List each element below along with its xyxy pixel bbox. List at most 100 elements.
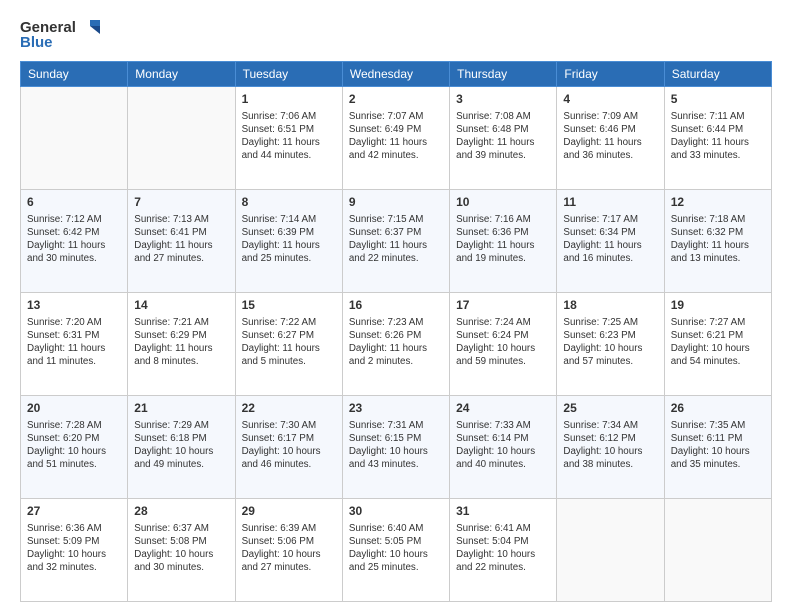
col-header-friday: Friday xyxy=(557,62,664,87)
calendar-header-row: SundayMondayTuesdayWednesdayThursdayFrid… xyxy=(21,62,772,87)
day-info: Sunrise: 6:36 AMSunset: 5:09 PMDaylight:… xyxy=(27,522,121,575)
day-info: Sunrise: 7:17 AMSunset: 6:34 PMDaylight:… xyxy=(563,213,657,266)
page: General Blue SundayMondayTuesdayWednesda… xyxy=(0,0,792,612)
calendar-cell: 21Sunrise: 7:29 AMSunset: 6:18 PMDayligh… xyxy=(128,396,235,499)
day-info: Sunrise: 7:11 AMSunset: 6:44 PMDaylight:… xyxy=(671,110,765,163)
calendar-cell: 2Sunrise: 7:07 AMSunset: 6:49 PMDaylight… xyxy=(342,87,449,190)
day-info: Sunrise: 7:08 AMSunset: 6:48 PMDaylight:… xyxy=(456,110,550,163)
day-info: Sunrise: 7:27 AMSunset: 6:21 PMDaylight:… xyxy=(671,316,765,369)
calendar-cell: 25 Sunrise: 7:34 AMSunset: 6:12 PMDayligh… xyxy=(557,396,664,499)
day-number: 2 xyxy=(349,91,443,108)
day-number: 10 xyxy=(456,194,550,211)
calendar-cell: 27 Sunrise: 6:36 AMSunset: 5:09 PMDayligh… xyxy=(21,499,128,602)
calendar-cell: 12 Sunrise: 7:18 AMSunset: 6:32 PMDayligh… xyxy=(664,190,771,293)
col-header-sunday: Sunday xyxy=(21,62,128,87)
calendar-cell: 13 Sunrise: 7:20 AMSunset: 6:31 PMDayligh… xyxy=(21,293,128,396)
day-info: Sunrise: 7:13 AMSunset: 6:41 PMDaylight:… xyxy=(134,213,228,266)
day-number: 24 xyxy=(456,400,550,417)
col-header-wednesday: Wednesday xyxy=(342,62,449,87)
calendar-cell: 24 Sunrise: 7:33 AMSunset: 6:14 PMDayligh… xyxy=(450,396,557,499)
day-info: Sunrise: 7:25 AMSunset: 6:23 PMDaylight:… xyxy=(563,316,657,369)
calendar-cell: 10 Sunrise: 7:16 AMSunset: 6:36 PMDayligh… xyxy=(450,190,557,293)
col-header-thursday: Thursday xyxy=(450,62,557,87)
day-number: 30 xyxy=(349,503,443,520)
day-number: 4 xyxy=(563,91,657,108)
day-info: Sunrise: 7:12 AMSunset: 6:42 PMDaylight:… xyxy=(27,213,121,266)
logo-bird-icon xyxy=(78,16,100,38)
day-info: Sunrise: 7:34 AMSunset: 6:12 PMDaylight:… xyxy=(563,419,657,472)
calendar-cell: 28Sunrise: 6:37 AMSunset: 5:08 PMDayligh… xyxy=(128,499,235,602)
calendar-cell: 14 Sunrise: 7:21 AMSunset: 6:29 PMDayligh… xyxy=(128,293,235,396)
col-header-monday: Monday xyxy=(128,62,235,87)
calendar-week-4: 20 Sunrise: 7:28 AMSunset: 6:20 PMDayligh… xyxy=(21,396,772,499)
calendar-week-3: 13 Sunrise: 7:20 AMSunset: 6:31 PMDayligh… xyxy=(21,293,772,396)
calendar-cell: 11 Sunrise: 7:17 AMSunset: 6:34 PMDayligh… xyxy=(557,190,664,293)
day-info: Sunrise: 7:20 AMSunset: 6:31 PMDaylight:… xyxy=(27,316,121,369)
day-info: Sunrise: 7:28 AMSunset: 6:20 PMDaylight:… xyxy=(27,419,121,472)
day-number: 17 xyxy=(456,297,550,314)
calendar-cell: 4 Sunrise: 7:09 AMSunset: 6:46 PMDaylight… xyxy=(557,87,664,190)
day-number: 20 xyxy=(27,400,121,417)
calendar-cell: 15Sunrise: 7:22 AMSunset: 6:27 PMDayligh… xyxy=(235,293,342,396)
calendar-cell: 8 Sunrise: 7:14 AMSunset: 6:39 PMDaylight… xyxy=(235,190,342,293)
calendar-cell: 9Sunrise: 7:15 AMSunset: 6:37 PMDaylight… xyxy=(342,190,449,293)
day-number: 11 xyxy=(563,194,657,211)
day-info: Sunrise: 7:14 AMSunset: 6:39 PMDaylight:… xyxy=(242,213,336,266)
calendar-cell: 26 Sunrise: 7:35 AMSunset: 6:11 PMDayligh… xyxy=(664,396,771,499)
day-number: 13 xyxy=(27,297,121,314)
day-number: 14 xyxy=(134,297,228,314)
day-number: 25 xyxy=(563,400,657,417)
calendar-cell xyxy=(557,499,664,602)
day-number: 23 xyxy=(349,400,443,417)
day-number: 8 xyxy=(242,194,336,211)
day-info: Sunrise: 7:18 AMSunset: 6:32 PMDaylight:… xyxy=(671,213,765,266)
calendar-cell: 5Sunrise: 7:11 AMSunset: 6:44 PMDaylight… xyxy=(664,87,771,190)
calendar-cell: 20 Sunrise: 7:28 AMSunset: 6:20 PMDayligh… xyxy=(21,396,128,499)
day-info: Sunrise: 7:30 AMSunset: 6:17 PMDaylight:… xyxy=(242,419,336,472)
day-number: 3 xyxy=(456,91,550,108)
calendar-week-5: 27 Sunrise: 6:36 AMSunset: 5:09 PMDayligh… xyxy=(21,499,772,602)
calendar-cell: 16Sunrise: 7:23 AMSunset: 6:26 PMDayligh… xyxy=(342,293,449,396)
calendar-cell: 3 Sunrise: 7:08 AMSunset: 6:48 PMDaylight… xyxy=(450,87,557,190)
day-info: Sunrise: 7:16 AMSunset: 6:36 PMDaylight:… xyxy=(456,213,550,266)
day-info: Sunrise: 7:06 AMSunset: 6:51 PMDaylight:… xyxy=(242,110,336,163)
calendar-cell: 1Sunrise: 7:06 AMSunset: 6:51 PMDaylight… xyxy=(235,87,342,190)
day-number: 12 xyxy=(671,194,765,211)
day-info: Sunrise: 7:15 AMSunset: 6:37 PMDaylight:… xyxy=(349,213,443,266)
day-info: Sunrise: 7:09 AMSunset: 6:46 PMDaylight:… xyxy=(563,110,657,163)
day-number: 27 xyxy=(27,503,121,520)
calendar-cell: 31 Sunrise: 6:41 AMSunset: 5:04 PMDayligh… xyxy=(450,499,557,602)
calendar-cell: 17 Sunrise: 7:24 AMSunset: 6:24 PMDayligh… xyxy=(450,293,557,396)
calendar-cell: 29 Sunrise: 6:39 AMSunset: 5:06 PMDayligh… xyxy=(235,499,342,602)
calendar-cell: 30Sunrise: 6:40 AMSunset: 5:05 PMDayligh… xyxy=(342,499,449,602)
day-number: 28 xyxy=(134,503,228,520)
calendar-cell: 6 Sunrise: 7:12 AMSunset: 6:42 PMDaylight… xyxy=(21,190,128,293)
day-info: Sunrise: 6:39 AMSunset: 5:06 PMDaylight:… xyxy=(242,522,336,575)
day-info: Sunrise: 7:33 AMSunset: 6:14 PMDaylight:… xyxy=(456,419,550,472)
calendar-cell xyxy=(664,499,771,602)
day-number: 19 xyxy=(671,297,765,314)
day-info: Sunrise: 6:41 AMSunset: 5:04 PMDaylight:… xyxy=(456,522,550,575)
logo-general: General xyxy=(20,19,76,36)
day-info: Sunrise: 7:24 AMSunset: 6:24 PMDaylight:… xyxy=(456,316,550,369)
day-info: Sunrise: 7:22 AMSunset: 6:27 PMDaylight:… xyxy=(242,316,336,369)
calendar-week-2: 6 Sunrise: 7:12 AMSunset: 6:42 PMDaylight… xyxy=(21,190,772,293)
day-info: Sunrise: 7:29 AMSunset: 6:18 PMDaylight:… xyxy=(134,419,228,472)
calendar-cell xyxy=(128,87,235,190)
calendar-week-1: 1Sunrise: 7:06 AMSunset: 6:51 PMDaylight… xyxy=(21,87,772,190)
day-number: 16 xyxy=(349,297,443,314)
calendar-cell: 19 Sunrise: 7:27 AMSunset: 6:21 PMDayligh… xyxy=(664,293,771,396)
col-header-tuesday: Tuesday xyxy=(235,62,342,87)
calendar-table: SundayMondayTuesdayWednesdayThursdayFrid… xyxy=(20,61,772,602)
logo-blue: Blue xyxy=(20,34,53,51)
day-number: 26 xyxy=(671,400,765,417)
day-number: 29 xyxy=(242,503,336,520)
day-info: Sunrise: 7:35 AMSunset: 6:11 PMDaylight:… xyxy=(671,419,765,472)
day-info: Sunrise: 7:21 AMSunset: 6:29 PMDaylight:… xyxy=(134,316,228,369)
day-number: 31 xyxy=(456,503,550,520)
day-number: 7 xyxy=(134,194,228,211)
calendar-cell: 18 Sunrise: 7:25 AMSunset: 6:23 PMDayligh… xyxy=(557,293,664,396)
calendar-cell: 22Sunrise: 7:30 AMSunset: 6:17 PMDayligh… xyxy=(235,396,342,499)
day-number: 18 xyxy=(563,297,657,314)
day-number: 6 xyxy=(27,194,121,211)
